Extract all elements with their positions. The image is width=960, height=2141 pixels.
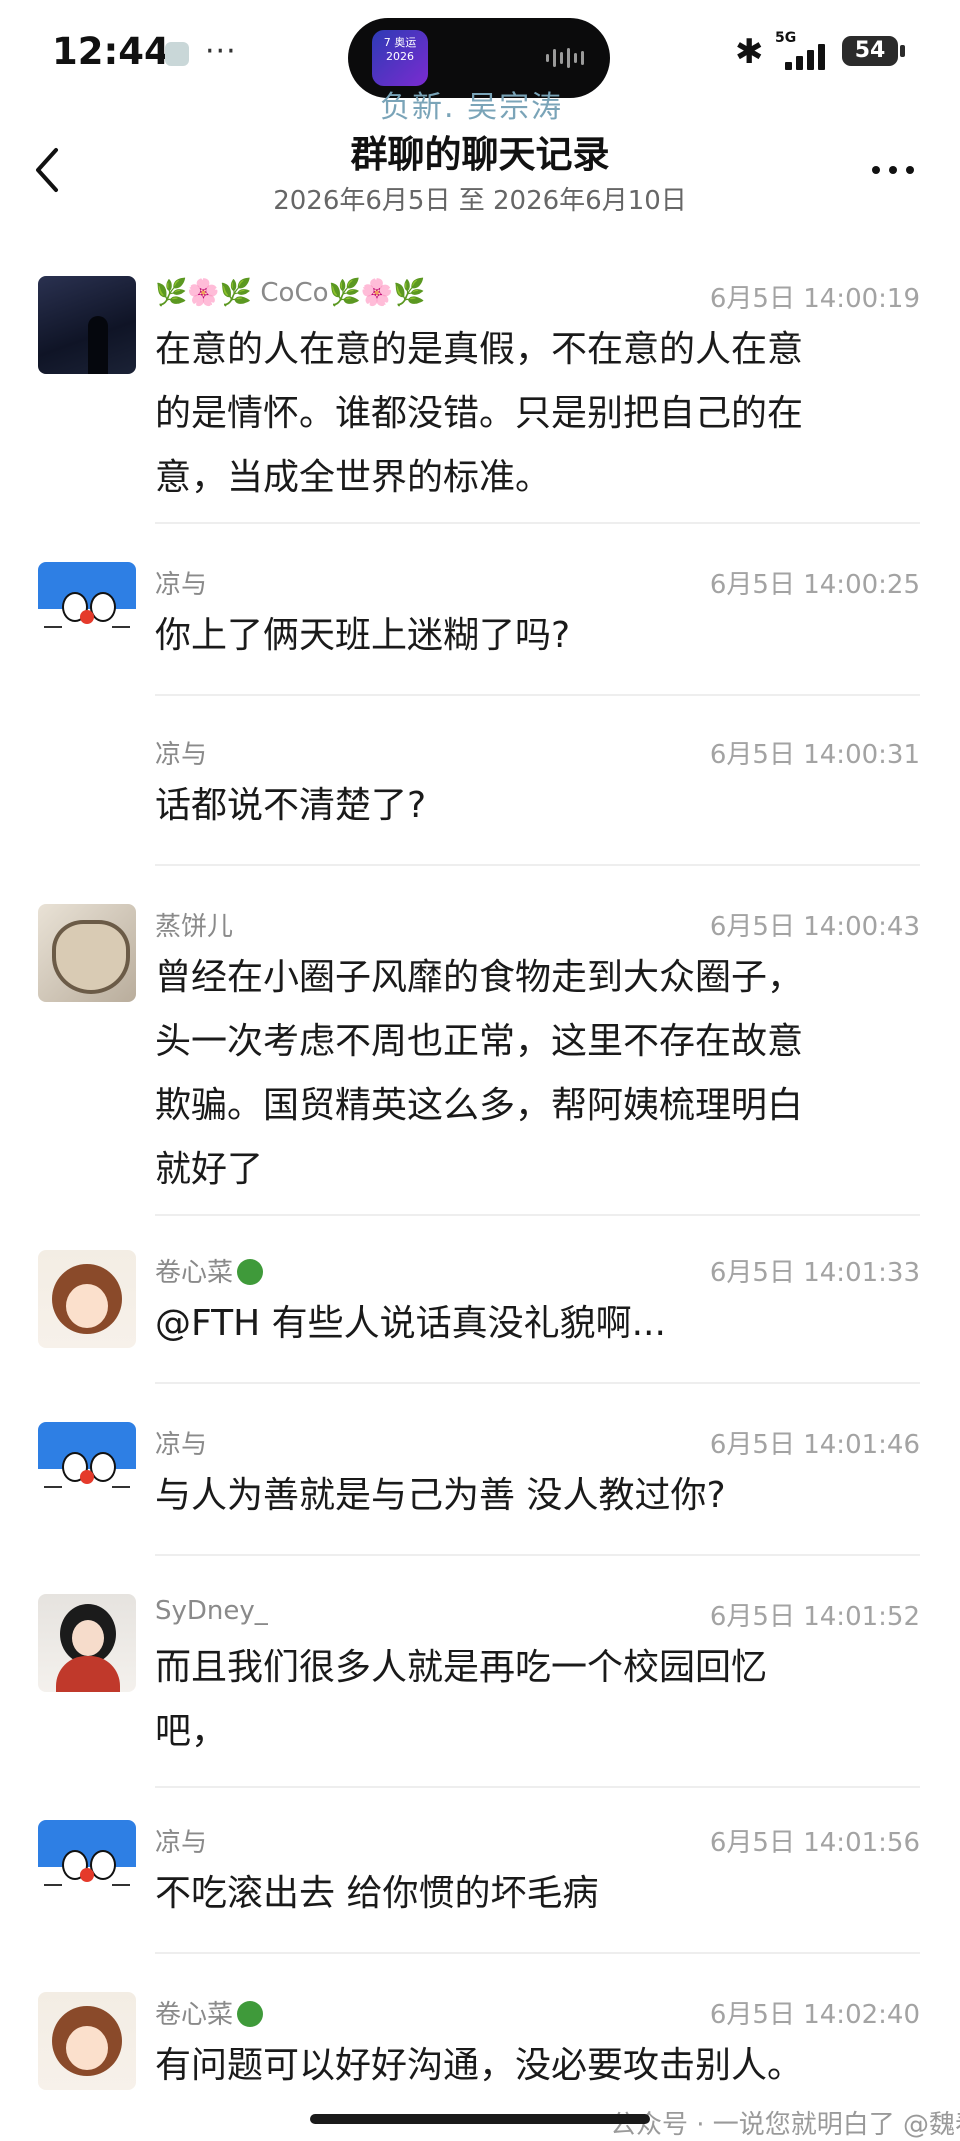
battery-level: 54 xyxy=(842,36,898,66)
more-options-icon[interactable] xyxy=(868,150,918,190)
sender-name[interactable]: 凉与 xyxy=(155,734,207,771)
message-text: 你上了俩天班上迷糊了吗? xyxy=(155,604,915,668)
avatar[interactable] xyxy=(38,276,136,374)
sender-name[interactable]: 凉与 xyxy=(155,1822,207,1859)
date-range: 2026年6月5日 至 2026年6月10日 xyxy=(0,180,960,217)
message-text: 而且我们很多人就是再吃一个校园回忆 吧， xyxy=(155,1636,915,1764)
message-line: 有问题可以好好沟通，没必要攻击别人。 xyxy=(155,2034,915,2098)
message-time: 6月5日 14:00:19 xyxy=(710,278,920,315)
bluetooth-icon: ✱ xyxy=(735,32,764,72)
battery-cap xyxy=(900,45,905,57)
message-time: 6月5日 14:00:25 xyxy=(710,564,920,601)
message-line: 意，当成全世界的标准。 xyxy=(155,446,915,510)
avatar[interactable] xyxy=(38,904,136,1002)
message-text: 有问题可以好好沟通，没必要攻击别人。 xyxy=(155,2034,915,2098)
message-time: 6月5日 14:02:40 xyxy=(710,1994,920,2031)
divider xyxy=(155,1382,920,1384)
avatar[interactable] xyxy=(38,1250,136,1348)
divider xyxy=(155,1952,920,1954)
sender-name[interactable]: 🌿🌸🌿 CoCo🌿🌸🌿 xyxy=(155,278,426,308)
message-text: 不吃滚出去 给你惯的坏毛病 xyxy=(155,1862,915,1926)
message-line: 就好了 xyxy=(155,1138,915,1202)
sender-name[interactable]: 卷心菜 xyxy=(155,1252,263,1289)
message-line: 吧， xyxy=(155,1700,915,1764)
message-text: 与人为善就是与己为善 没人教过你? xyxy=(155,1464,915,1528)
home-indicator[interactable] xyxy=(310,2114,650,2124)
message-line: 你上了俩天班上迷糊了吗? xyxy=(155,604,915,668)
message-time: 6月5日 14:00:31 xyxy=(710,734,920,771)
sender-name-text: 卷心菜 xyxy=(155,2000,233,2030)
message-line: 而且我们很多人就是再吃一个校园回忆 xyxy=(155,1636,915,1700)
avatar[interactable] xyxy=(38,1594,136,1692)
message-line: 的是情怀。谁都没错。只是别把自己的在 xyxy=(155,382,915,446)
message-line: 与人为善就是与己为善 没人教过你? xyxy=(155,1464,915,1528)
sender-name-text: 卷心菜 xyxy=(155,1258,233,1288)
app-notification-icon xyxy=(165,42,189,66)
sender-name[interactable]: SyDney_ xyxy=(155,1596,268,1626)
watermark: 公众号 · 一说您就明白了 @魏春亮 xyxy=(610,2104,960,2141)
message-time: 6月5日 14:01:46 xyxy=(710,1424,920,1461)
more-notifications-icon: ··· xyxy=(205,34,237,69)
message-time: 6月5日 14:00:43 xyxy=(710,906,920,943)
divider xyxy=(155,1554,920,1556)
status-time: 12:44 xyxy=(52,30,170,73)
divider xyxy=(155,864,920,866)
message-line: 在意的人在意的是真假，不在意的人在意 xyxy=(155,318,915,382)
message-text: 曾经在小圈子风靡的食物走到大众圈子， 头一次考虑不周也正常，这里不存在故意 欺骗… xyxy=(155,946,915,1202)
cellular-signal-icon: 5G xyxy=(775,30,831,70)
audio-wave-icon xyxy=(546,48,586,68)
sender-name[interactable]: 蒸饼儿 xyxy=(155,906,233,943)
sender-name[interactable]: 凉与 xyxy=(155,564,207,601)
avatar[interactable] xyxy=(38,562,136,660)
tree-emoji-icon xyxy=(237,2001,263,2027)
message-text: @FTH 有些人说话真没礼貌啊... xyxy=(155,1292,915,1356)
message-text: 话都说不清楚了? xyxy=(155,774,915,838)
obscured-banner-text: 负新. 吴宗涛 xyxy=(380,82,563,126)
message-time: 6月5日 14:01:52 xyxy=(710,1596,920,1633)
tree-emoji-icon xyxy=(237,1259,263,1285)
sender-name[interactable]: 卷心菜 xyxy=(155,1994,263,2031)
message-text: 在意的人在意的是真假，不在意的人在意 的是情怀。谁都没错。只是别把自己的在 意，… xyxy=(155,318,915,510)
message-line: 头一次考虑不周也正常，这里不存在故意 xyxy=(155,1010,915,1074)
avatar[interactable] xyxy=(38,1992,136,2090)
olympics-logo-icon: 7 奥运 2026 xyxy=(372,30,428,86)
divider xyxy=(155,1214,920,1216)
divider xyxy=(155,522,920,524)
message-line: @FTH 有些人说话真没礼貌啊... xyxy=(155,1292,915,1356)
sender-name[interactable]: 凉与 xyxy=(155,1424,207,1461)
message-time: 6月5日 14:01:33 xyxy=(710,1252,920,1289)
avatar[interactable] xyxy=(38,1422,136,1520)
page-title: 群聊的聊天记录 xyxy=(0,124,960,178)
message-line: 欺骗。国贸精英这么多，帮阿姨梳理明白 xyxy=(155,1074,915,1138)
divider xyxy=(155,1786,920,1788)
divider xyxy=(155,694,920,696)
message-time: 6月5日 14:01:56 xyxy=(710,1822,920,1859)
avatar[interactable] xyxy=(38,1820,136,1918)
message-line: 话都说不清楚了? xyxy=(155,774,915,838)
message-line: 曾经在小圈子风靡的食物走到大众圈子， xyxy=(155,946,915,1010)
message-line: 不吃滚出去 给你惯的坏毛病 xyxy=(155,1862,915,1926)
